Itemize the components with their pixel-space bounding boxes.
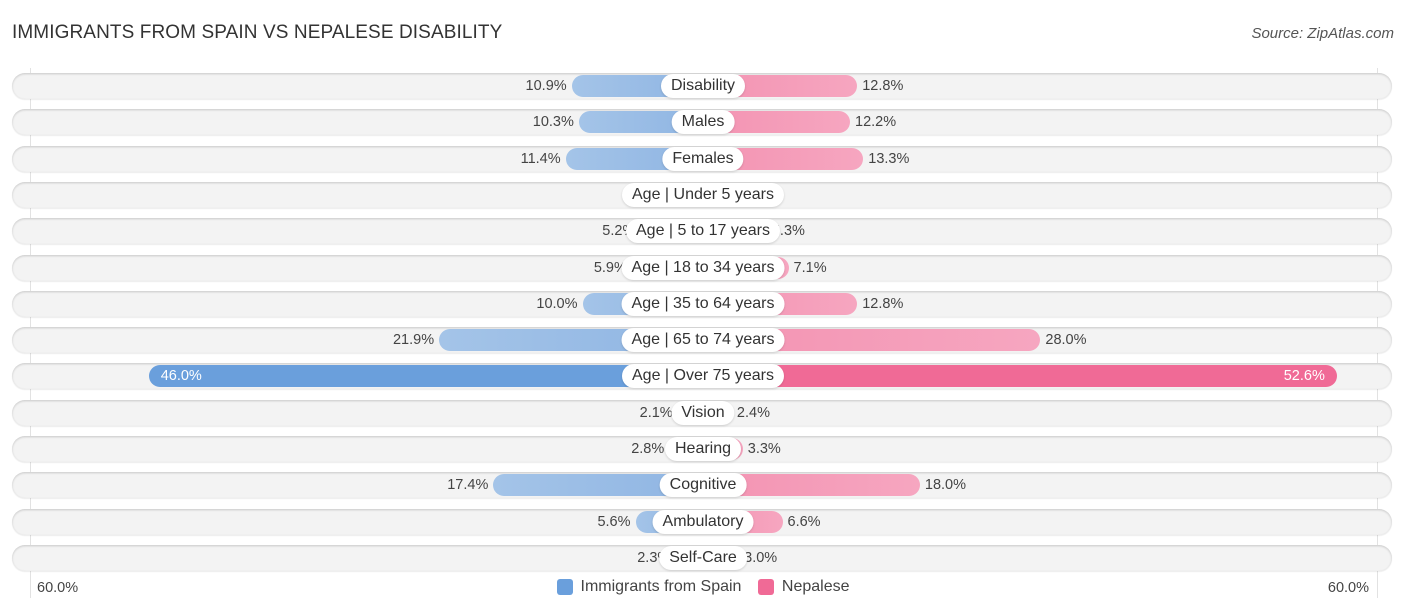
category-label-disability: Disability [660, 74, 746, 98]
value-label-nepalese-vision: 2.4% [736, 404, 770, 421]
category-label-females: Females [662, 146, 744, 171]
category-label-age-18-to-34-years: Age | 18 to 34 years [621, 255, 785, 280]
legend-label-right: Nepalese [781, 578, 850, 595]
value-label-immigrants-from-spain-ambulatory: 5.6% [597, 513, 631, 530]
category-label-males: Males [671, 110, 735, 135]
category-label-hearing: Hearing [664, 437, 742, 461]
value-label-immigrants-from-spain-cognitive: 17.4% [447, 477, 489, 494]
category-label-age-5-to-17-years: Age | 5 to 17 years [625, 219, 781, 244]
value-label-nepalese-males: 12.2% [855, 114, 897, 131]
legend-item-nepalese[interactable]: Nepalese [757, 578, 850, 596]
value-label-immigrants-from-spain-hearing: 2.8% [631, 441, 665, 457]
value-label-nepalese-age-18-to-34-years: 7.1% [793, 259, 827, 276]
category-label-cognitive: Cognitive [659, 473, 747, 498]
value-label-nepalese-self-care: 3.0% [744, 549, 778, 566]
value-label-nepalese-age-over-75-years: 52.6% [1283, 368, 1325, 385]
value-label-nepalese-hearing: 3.3% [747, 441, 781, 457]
legend: Immigrants from Spain Nepalese [0, 578, 1406, 600]
category-label-age-65-to-74-years: Age | 65 to 74 years [621, 328, 785, 353]
value-label-nepalese-cognitive: 18.0% [924, 477, 967, 494]
value-label-immigrants-from-spain-age-over-75-years: 46.0% [160, 368, 202, 385]
value-label-immigrants-from-spain-age-65-to-74-years: 21.9% [392, 332, 435, 349]
category-label-self-care: Self-Care [659, 545, 747, 570]
chart-area: 10.9% 12.8% Disability 10.3% 12.2% Males 11.4%… [0, 0, 1406, 612]
value-label-nepalese-age-65-to-74-years: 28.0% [1045, 332, 1087, 349]
value-label-immigrants-from-spain-vision: 2.1% [639, 404, 673, 421]
value-label-immigrants-from-spain-age-35-to-64-years: 10.0% [536, 295, 578, 312]
category-label-age-35-to-64-years: Age | 35 to 64 years [621, 291, 785, 316]
value-label-immigrants-from-spain-females: 11.4% [520, 150, 561, 167]
legend-item-immigrants-from-spain[interactable]: Immigrants from Spain [556, 578, 742, 596]
legend-swatch-right [757, 579, 774, 595]
value-label-immigrants-from-spain-disability: 10.9% [525, 78, 567, 94]
value-label-nepalese-ambulatory: 6.6% [787, 513, 821, 530]
bar-immigrants-from-spain-age-over-75-years[interactable] [148, 365, 703, 388]
category-label-age-under-5-years: Age | Under 5 years [621, 182, 785, 207]
legend-label-left: Immigrants from Spain [580, 578, 742, 595]
value-label-nepalese-females: 13.3% [868, 150, 910, 167]
category-label-ambulatory: Ambulatory [652, 509, 754, 534]
value-label-nepalese-disability: 12.8% [862, 78, 904, 94]
value-label-immigrants-from-spain-males: 10.3% [532, 114, 574, 131]
category-label-age-over-75-years: Age | Over 75 years [622, 364, 784, 389]
category-label-vision: Vision [671, 400, 735, 425]
legend-swatch-left [556, 579, 573, 595]
value-label-nepalese-age-35-to-64-years: 12.8% [862, 295, 904, 312]
bar-nepalese-age-over-75-years[interactable] [703, 365, 1337, 388]
